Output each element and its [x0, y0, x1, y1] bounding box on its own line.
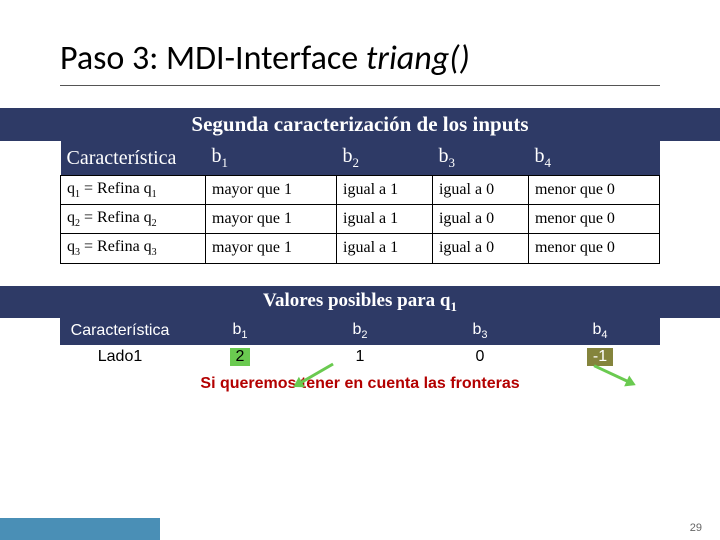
cell-q2: q2 = Refina q2: [61, 205, 206, 234]
page-number: 29: [690, 522, 702, 534]
cell: igual a 0: [432, 234, 528, 263]
cell: igual a 0: [432, 176, 528, 205]
cell: menor que 0: [528, 205, 659, 234]
banner-inputs: Segunda caracterización de los inputs: [0, 108, 720, 141]
cell: mayor que 1: [206, 234, 337, 263]
cell-v1: 2: [180, 345, 300, 369]
footer-band: [0, 518, 160, 540]
cell-v4: -1: [540, 345, 660, 369]
th2-b4: b4: [540, 318, 660, 344]
cell: igual a 1: [337, 176, 433, 205]
cell: igual a 0: [432, 205, 528, 234]
table-row: q2 = Refina q2 mayor que 1 igual a 1 igu…: [61, 205, 660, 234]
th2-b2: b2: [300, 318, 420, 344]
cell-lado1: Lado1: [60, 345, 180, 369]
cell: igual a 1: [337, 205, 433, 234]
cell-q1: q1 = Refina q1: [61, 176, 206, 205]
highlight-olive: -1: [587, 348, 613, 366]
cell-q3: q3 = Refina q3: [61, 234, 206, 263]
cell: mayor que 1: [206, 205, 337, 234]
cell-v3: 0: [420, 345, 540, 369]
slide: Paso 3: MDI-Interface triang() Segunda c…: [0, 0, 720, 540]
th-b2: b2: [337, 141, 433, 176]
title-text: Paso 3: MDI-Interface: [60, 38, 366, 79]
title-underline: [60, 85, 660, 86]
highlight-green: 2: [230, 348, 251, 366]
table1-wrap: Característica b1 b2 b3 b4 q1 = Refina q…: [60, 141, 660, 264]
th2-caracteristica: Característica: [60, 318, 180, 344]
th2-b3: b3: [420, 318, 540, 344]
cell: menor que 0: [528, 234, 659, 263]
th2-b1: b1: [180, 318, 300, 344]
characterization-table: Característica b1 b2 b3 b4 q1 = Refina q…: [60, 141, 660, 264]
table-row: q3 = Refina q3 mayor que 1 igual a 1 igu…: [61, 234, 660, 263]
th-b3: b3: [432, 141, 528, 176]
banner-values: Valores posibles para q1: [0, 286, 720, 319]
th-b4: b4: [528, 141, 659, 176]
title-italic: triang(): [366, 38, 470, 79]
table-row: Lado1 2 1 0 -1: [60, 345, 660, 369]
title-area: Paso 3: MDI-Interface triang(): [0, 0, 720, 94]
cell: menor que 0: [528, 176, 659, 205]
cell: mayor que 1: [206, 176, 337, 205]
slide-title: Paso 3: MDI-Interface triang(): [60, 38, 660, 79]
table2-header-row: Característica b1 b2 b3 b4: [60, 318, 660, 344]
footnote: Si queremos tener en cuenta las frontera…: [0, 375, 720, 393]
table2-wrap: Característica b1 b2 b3 b4 Lado1 2 1 0 -…: [60, 318, 660, 368]
cell: igual a 1: [337, 234, 433, 263]
th-b1: b1: [206, 141, 337, 176]
th-caracteristica: Característica: [61, 141, 206, 176]
values-table: Característica b1 b2 b3 b4 Lado1 2 1 0 -…: [60, 318, 660, 368]
table-row: q1 = Refina q1 mayor que 1 igual a 1 igu…: [61, 176, 660, 205]
cell-v2: 1: [300, 345, 420, 369]
table1-header-row: Característica b1 b2 b3 b4: [61, 141, 660, 176]
